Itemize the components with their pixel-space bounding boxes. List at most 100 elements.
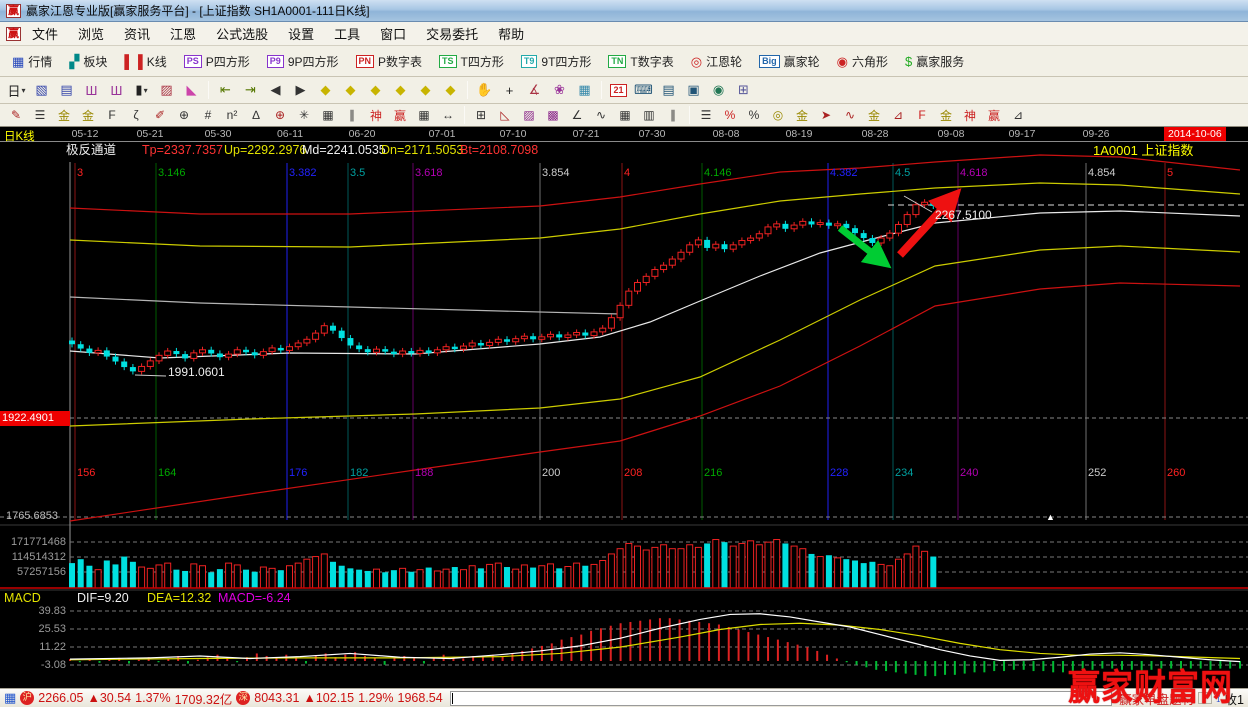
fib-levels-button[interactable]: F bbox=[100, 106, 124, 125]
flower-tool-button[interactable]: ❀ bbox=[547, 79, 572, 101]
segment-measure-button[interactable]: ∥ bbox=[340, 106, 364, 125]
calendar-tool-button[interactable]: 21 bbox=[606, 79, 631, 101]
time-lines-button[interactable]: # bbox=[196, 106, 220, 125]
info-clipboard-button[interactable]: ▤ bbox=[54, 79, 79, 101]
crosshair-tool-button[interactable]: + bbox=[497, 79, 522, 101]
spiral-tool-button[interactable]: ζ bbox=[124, 106, 148, 125]
brush-tool-button[interactable]: ✐ bbox=[148, 106, 172, 125]
chart-plot[interactable] bbox=[0, 142, 1248, 688]
grid-full-button[interactable]: ▦ bbox=[613, 106, 637, 125]
date-grid-button[interactable]: ▦ bbox=[412, 106, 436, 125]
width-measure-button[interactable]: ↔ bbox=[436, 106, 460, 125]
angle-measure-tool-button[interactable]: ∡ bbox=[522, 79, 547, 101]
n-square-tool-button[interactable]: n² bbox=[220, 106, 244, 125]
gold-angle-button[interactable]: 金 bbox=[862, 106, 886, 125]
candle-style-selector-button[interactable]: ▮▾ bbox=[129, 79, 154, 101]
shift-right-button[interactable]: ◆ bbox=[338, 79, 363, 101]
pattern-box-button[interactable]: ▨ bbox=[154, 79, 179, 101]
compress-chart-button[interactable]: ◆ bbox=[413, 79, 438, 101]
p9-square-button[interactable]: P99P四方形 bbox=[259, 49, 347, 74]
hatch-lines-button[interactable]: ☰ bbox=[28, 106, 52, 125]
shaded-box-2-button[interactable]: ▩ bbox=[541, 106, 565, 125]
remote-tool-button[interactable]: ⊞ bbox=[731, 79, 756, 101]
chart-canvas[interactable]: 极反通道 Tp=2337.7357 Up=2292.2976 Md=2241.0… bbox=[0, 142, 1248, 688]
bars-9-button[interactable]: Ш bbox=[104, 79, 129, 101]
arrow-note-button[interactable]: ➤ bbox=[814, 106, 838, 125]
gann-wheel-button[interactable]: ◎江恩轮 bbox=[683, 49, 750, 74]
hexagon-button[interactable]: ◉六角形 bbox=[829, 49, 896, 74]
grid-box-button[interactable]: ▥ bbox=[637, 106, 661, 125]
quad-angle-button[interactable]: ⊿ bbox=[1006, 106, 1030, 125]
star-rays-button[interactable]: ✳ bbox=[292, 106, 316, 125]
zoom-in-horizontal-button[interactable]: ◆ bbox=[388, 79, 413, 101]
scroll-up-arrow-icon[interactable]: ▲ bbox=[1046, 511, 1055, 524]
color-chart-button[interactable]: ◣ bbox=[179, 79, 204, 101]
mirror-line-button[interactable]: ∆ bbox=[244, 106, 268, 125]
maze-pattern-tool-button[interactable]: ▦ bbox=[572, 79, 597, 101]
gold-line-button[interactable]: 金 bbox=[790, 106, 814, 125]
menu-item-6[interactable]: 工具 bbox=[325, 22, 369, 45]
gold-ring-button[interactable]: ◎ bbox=[766, 106, 790, 125]
page-prev-button[interactable]: ◀ bbox=[263, 79, 288, 101]
shift-left-button[interactable]: ◆ bbox=[313, 79, 338, 101]
sectors-button[interactable]: ▞板块 bbox=[61, 49, 115, 74]
notes-tool-button[interactable]: ▤ bbox=[656, 79, 681, 101]
j-angle-button[interactable]: ⊿ bbox=[886, 106, 910, 125]
save-tool-button[interactable]: ▣ bbox=[681, 79, 706, 101]
p-number-table-button[interactable]: PNP数字表 bbox=[348, 49, 431, 74]
parallel-lines-button[interactable]: ∥ bbox=[661, 106, 685, 125]
winner-service-button[interactable]: $赢家服务 bbox=[897, 49, 972, 74]
calculator-tool-button[interactable]: ⌨ bbox=[631, 79, 656, 101]
menu-item-5[interactable]: 设置 bbox=[279, 22, 323, 45]
wave-tool-button[interactable]: ∿ bbox=[838, 106, 862, 125]
first-page-button[interactable]: ⇤ bbox=[213, 79, 238, 101]
menu-item-9[interactable]: 帮助 bbox=[489, 22, 533, 45]
t-square-button[interactable]: TST四方形 bbox=[431, 49, 512, 74]
date-axis[interactable]: 日K线 2014-10-06 05-1205-2105-3006-1106-20… bbox=[0, 127, 1248, 142]
menu-item-1[interactable]: 浏览 bbox=[69, 22, 113, 45]
gann-box-button[interactable]: ⊞ bbox=[469, 106, 493, 125]
gann-grid-button[interactable]: ▦ bbox=[316, 106, 340, 125]
pattern-search-button[interactable]: ▧ bbox=[29, 79, 54, 101]
quotes-button[interactable]: ▦行情 bbox=[4, 49, 60, 74]
p-square-button[interactable]: PSP四方形 bbox=[176, 49, 258, 74]
menu-item-4[interactable]: 公式选股 bbox=[207, 22, 277, 45]
ying-angle-button[interactable]: 赢 bbox=[982, 106, 1006, 125]
kline-button[interactable]: ▌▐K线 bbox=[116, 49, 174, 74]
hand-tool-button[interactable]: ✋ bbox=[472, 79, 497, 101]
shen-tool-button[interactable]: 神 bbox=[364, 106, 388, 125]
gold-section-button[interactable]: 金 bbox=[52, 106, 76, 125]
menu-item-2[interactable]: 资讯 bbox=[115, 22, 159, 45]
shen-angle-button[interactable]: 神 bbox=[958, 106, 982, 125]
trend-angle-button[interactable]: ∠ bbox=[565, 106, 589, 125]
percent-retrace-button[interactable]: % bbox=[718, 106, 742, 125]
f-angle-button[interactable]: F bbox=[910, 106, 934, 125]
period-day-selector-button[interactable]: 日▾ bbox=[4, 79, 29, 101]
send-web-tool-button[interactable]: ◉ bbox=[706, 79, 731, 101]
menu-item-3[interactable]: 江恩 bbox=[161, 22, 205, 45]
last-page-button[interactable]: ⇥ bbox=[238, 79, 263, 101]
zoom-out-horizontal-button[interactable]: ◆ bbox=[363, 79, 388, 101]
t-number-table-button[interactable]: TNT数字表 bbox=[600, 49, 681, 74]
shaded-box-button[interactable]: ▨ bbox=[517, 106, 541, 125]
gann-pen-button[interactable]: ✎ bbox=[4, 106, 28, 125]
page-next-button[interactable]: ▶ bbox=[288, 79, 313, 101]
zigzag-tool-button[interactable]: ∿ bbox=[589, 106, 613, 125]
expand-chart-button[interactable]: ◆ bbox=[438, 79, 463, 101]
winner-wheel-button[interactable]: Big赢家轮 bbox=[751, 49, 828, 74]
menu-item-8[interactable]: 交易委托 bbox=[417, 22, 487, 45]
market-grid-icon[interactable]: ▦ bbox=[4, 690, 16, 706]
t9-square-button[interactable]: T99T四方形 bbox=[513, 49, 600, 74]
percent-line-button[interactable]: % bbox=[742, 106, 766, 125]
gann-circle-button[interactable]: ⊕ bbox=[172, 106, 196, 125]
gann-target-button[interactable]: ⊕ bbox=[268, 106, 292, 125]
gold-angle-2-button[interactable]: 金 bbox=[934, 106, 958, 125]
menu-item-0[interactable]: 文件 bbox=[23, 22, 67, 45]
gann-fan-button[interactable]: ◺ bbox=[493, 106, 517, 125]
ying-tool-button[interactable]: 赢 bbox=[388, 106, 412, 125]
menu-item-7[interactable]: 窗口 bbox=[371, 22, 415, 45]
bars-3-button[interactable]: Ш bbox=[79, 79, 104, 101]
gold-section-2-button[interactable]: 金 bbox=[76, 106, 100, 125]
status-input[interactable] bbox=[450, 691, 1112, 706]
ratio-table-button[interactable]: ☰ bbox=[694, 106, 718, 125]
